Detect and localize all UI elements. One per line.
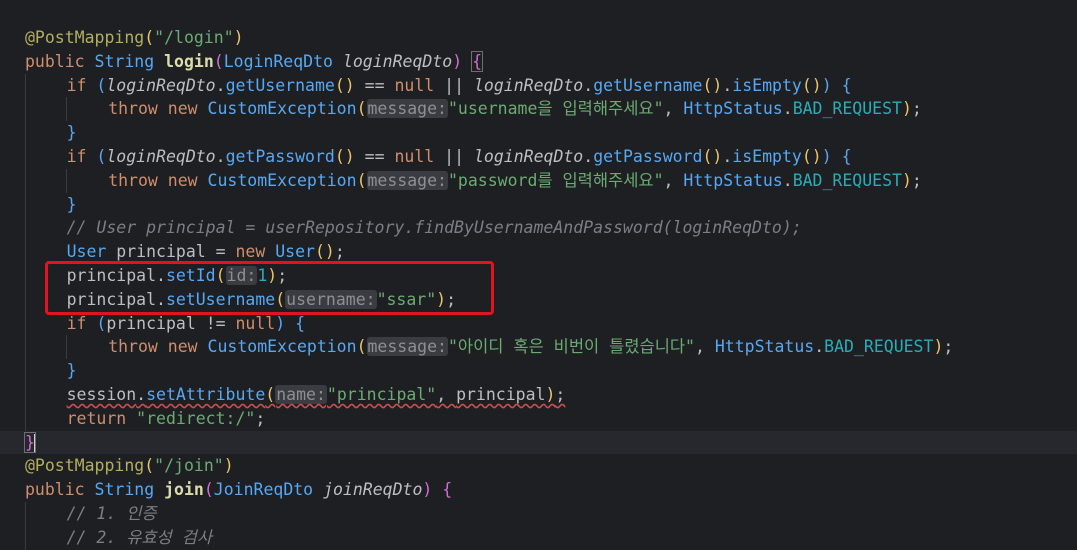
code-line: throw new CustomException(message:"passw…	[0, 168, 1077, 193]
code-line: }	[0, 192, 1077, 217]
code-line: throw new CustomException(message:"usern…	[0, 97, 1077, 122]
code-line: }	[0, 359, 1077, 383]
parameter-hint: message:	[366, 170, 448, 190]
code-line: public String login(LoginReqDto loginReq…	[25, 50, 484, 72]
code-line: return "redirect:/";	[0, 406, 1077, 431]
code-line: if (loginReqDto.getUsername() == null ||…	[0, 73, 1077, 98]
method-name: login	[164, 51, 214, 71]
parameter-hint: message:	[366, 99, 448, 119]
code-line: // User principal = userRepository.findB…	[0, 216, 1077, 241]
code-line: throw new CustomException(message:"아이디 혹…	[0, 335, 1077, 360]
annotation: @PostMapping	[25, 28, 145, 47]
code-line-current: }	[0, 430, 1077, 455]
comment: // 2. 유효성 검사	[66, 527, 213, 547]
code-line: if (loginReqDto.getPassword() == null ||…	[0, 144, 1077, 169]
red-highlight-box	[45, 261, 494, 315]
comment: // User principal = userRepository.findB…	[66, 218, 802, 238]
code-line: @PostMapping("/join")	[25, 456, 234, 476]
code-line: public String join(JoinReqDto joinReqDto…	[25, 480, 453, 500]
parameter-hint: name:	[275, 384, 327, 404]
code-line: session.setAttribute(name:"principal", p…	[0, 382, 1077, 407]
code-line: if (principal != null) {	[0, 311, 1077, 336]
method-name: join	[164, 480, 204, 500]
text-caret	[33, 433, 36, 453]
code-line: // 1. 인증	[0, 501, 1077, 526]
code-line: // 2. 유효성 검사	[0, 525, 1077, 550]
comment: // 1. 인증	[66, 503, 157, 523]
parameter-hint: message:	[366, 337, 448, 357]
matching-brace: {	[471, 50, 484, 72]
code-line: @PostMapping("/login")	[25, 28, 244, 47]
code-line: }	[0, 121, 1077, 145]
